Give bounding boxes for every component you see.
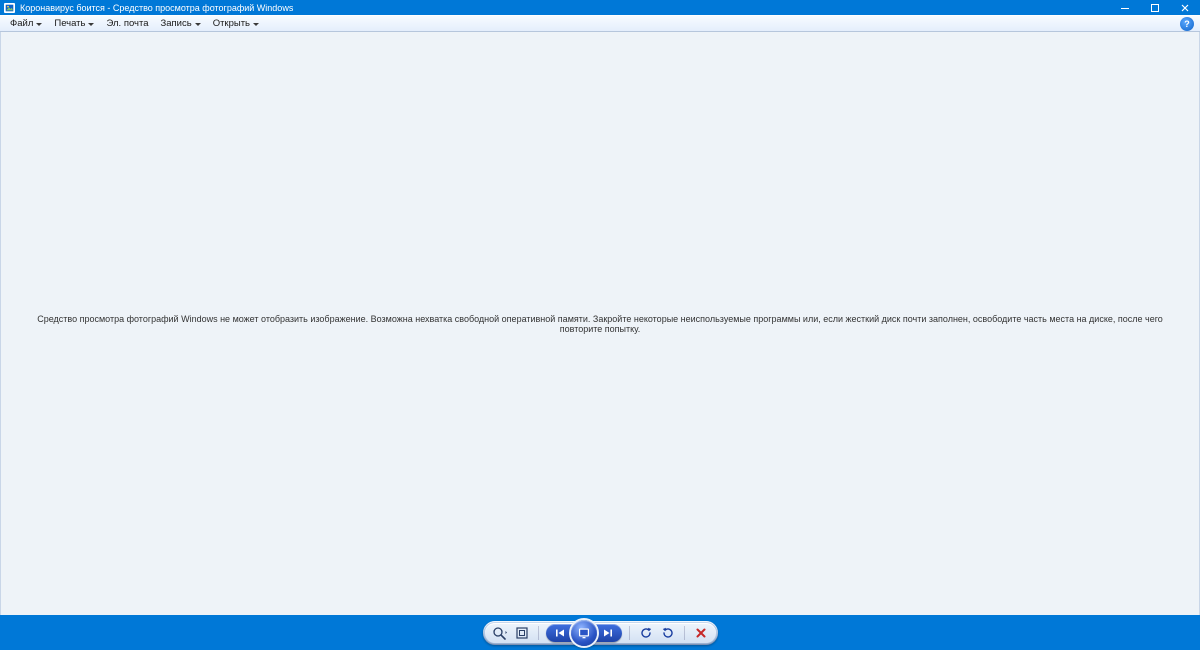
viewer-canvas: Средство просмотра фотографий Windows не… [0,32,1200,615]
rotate-ccw-icon [639,626,653,640]
zoom-button[interactable] [491,624,509,642]
maximize-button[interactable] [1140,0,1170,15]
rotate-cw-button[interactable] [659,624,677,642]
delete-icon [695,627,707,639]
menu-print-label: Печать [54,18,85,29]
previous-button[interactable] [546,624,574,642]
toolbar-separator [629,626,630,640]
rotate-ccw-button[interactable] [637,624,655,642]
minimize-button[interactable] [1110,0,1140,15]
chevron-down-icon [88,23,94,26]
help-icon: ? [1184,19,1190,29]
next-button[interactable] [594,624,622,642]
playback-toolbar [483,621,718,645]
title-bar[interactable]: Коронавирус боится - Средство просмотра … [0,0,1200,15]
menu-burn-label: Запись [161,18,192,29]
nav-cluster [546,623,622,643]
menu-file[interactable]: Файл [4,16,48,31]
playback-toolbar-inner [485,623,716,643]
slideshow-button[interactable] [571,620,597,646]
window-title: Коронавирус боится - Средство просмотра … [20,3,293,13]
menu-email-label: Эл. почта [106,18,148,29]
close-icon [1180,3,1190,13]
menu-open-label: Открыть [213,18,250,29]
error-message: Средство просмотра фотографий Windows не… [31,314,1169,334]
menu-print[interactable]: Печать [48,16,100,31]
menu-burn[interactable]: Запись [155,16,207,31]
slideshow-icon [577,627,591,639]
previous-icon [553,627,567,639]
menu-email[interactable]: Эл. почта [100,16,154,31]
chevron-down-icon [195,23,201,26]
fit-icon [515,626,529,640]
magnifier-icon [492,626,508,640]
bottom-bar [0,615,1200,650]
toolbar-separator [684,626,685,640]
maximize-icon [1150,3,1160,13]
command-bar: Файл Печать Эл. почта Запись Открыть ? [0,15,1200,32]
rotate-cw-icon [661,626,675,640]
chevron-down-icon [36,23,42,26]
app-icon [4,3,15,13]
actual-size-button[interactable] [513,624,531,642]
delete-button[interactable] [692,624,710,642]
next-icon [601,627,615,639]
toolbar-separator [538,626,539,640]
help-button[interactable]: ? [1180,17,1194,31]
close-button[interactable] [1170,0,1200,15]
minimize-icon [1120,3,1130,13]
chevron-down-icon [253,23,259,26]
menu-open[interactable]: Открыть [207,16,265,31]
menu-file-label: Файл [10,18,33,29]
